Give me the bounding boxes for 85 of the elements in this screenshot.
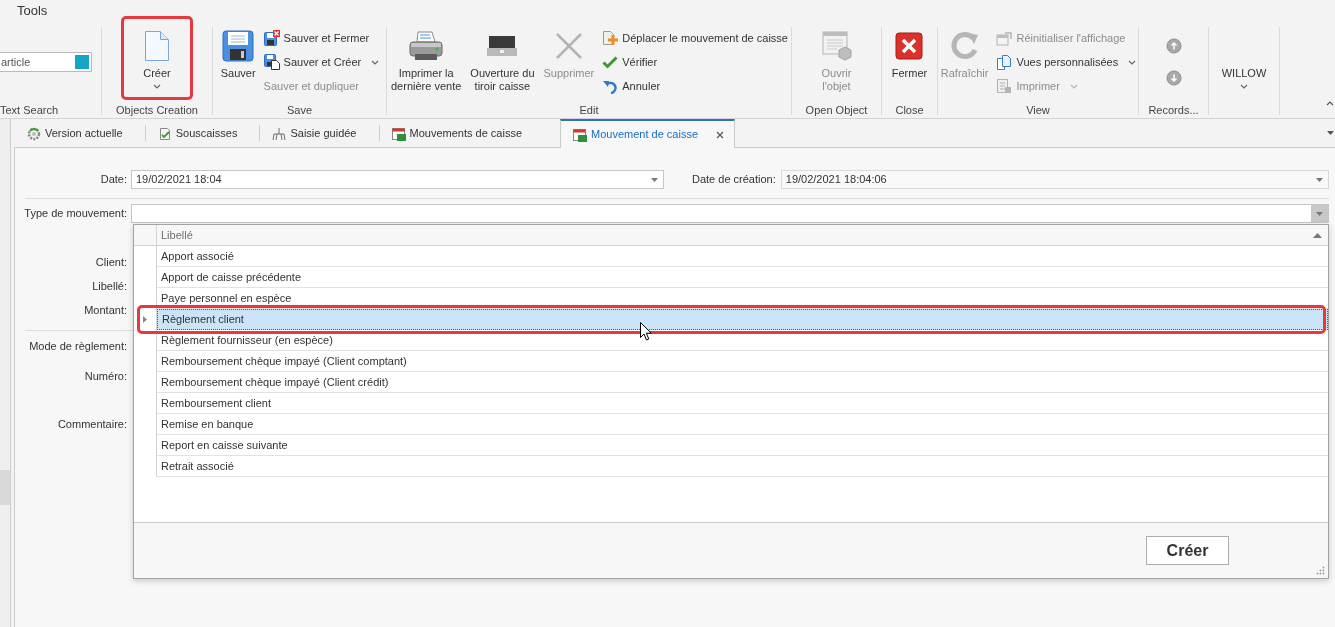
document-tab[interactable]: Saisie guidée [260,120,379,147]
field-label: Date de création: [692,172,776,188]
field-label: Montant: [84,302,127,318]
dropdown-arrow-icon [651,177,658,182]
cash-drawer-icon [486,35,519,57]
group-label: Records... [1148,103,1199,118]
window-cube-icon [820,30,853,62]
list-row[interactable]: Règlement fournisseur (en espèce) [157,330,1328,351]
ribbon-button[interactable]: WILLOW [1219,22,1269,102]
type-field[interactable] [131,204,1329,223]
list-row[interactable]: Apport de caisse précédente [157,267,1328,288]
calendar-cash-icon [391,126,406,141]
group-label: Edit [579,103,599,118]
field-label: Commentaire: [57,416,127,432]
printer-icon [408,30,445,62]
ribbon-button[interactable]: Sauver et Fermer [262,26,371,50]
dropdown-arrow-icon [1316,177,1323,182]
create-button[interactable]: Créer [1146,536,1229,565]
page-icon [144,30,170,62]
page-lines-icon [996,78,1013,94]
undo-arrow-icon [602,78,619,94]
field-label: Type de mouvement: [24,206,127,222]
ribbon-button[interactable]: Vues personnalisées [995,50,1138,74]
cross-icon [553,31,584,61]
group-label: Open Object [805,103,868,118]
field-label: Date: [100,172,127,188]
page-plus-icon [602,30,619,46]
field-label: Numéro: [84,368,127,384]
floppy-x-icon [263,30,280,46]
pages-icon [996,54,1013,70]
calendar-cash-icon [573,127,587,142]
ribbon-button[interactable]: Créer [141,22,173,102]
group-label: Save [286,103,313,118]
square-button-icon[interactable] [74,52,92,72]
arrow-down-circle-icon[interactable] [1165,70,1182,86]
check-icon [602,54,619,70]
list-row[interactable]: Règlement client [157,309,1328,330]
ribbon-tab[interactable]: Tools [17,1,48,21]
ribbon-button[interactable]: Ouverture du tiroir caisse [468,22,537,102]
row-pointer-icon [143,316,147,323]
field-label: Libellé: [92,278,127,294]
ribbon-button[interactable]: Sauver et Créer [262,50,381,74]
ribbon-button[interactable]: Annuler [601,74,662,98]
list-row[interactable]: Remboursement chèque impayé (Client comptant) [157,351,1328,372]
date-field[interactable]: 19/02/2021 18:04 [131,170,664,189]
ribbon-button[interactable]: Vérifier [601,50,659,74]
refresh-icon [948,30,981,62]
list-row[interactable]: Report en caisse suivante [157,435,1328,456]
dashed-ring-icon [27,126,41,141]
close-icon[interactable] [716,130,724,139]
field-label: Mode de règlement: [29,338,127,354]
document-tab[interactable]: Mouvement de caisse [560,119,735,148]
branches-icon [272,126,287,141]
document-tab[interactable]: Souscaisses [145,120,260,147]
close-icon [895,32,924,60]
document-tab[interactable]: Mouvements de caisse [379,120,544,147]
list-row[interactable]: Apport associé [157,246,1328,267]
list-row[interactable]: Remise en banque [157,414,1328,435]
resize-grip-icon[interactable] [1316,566,1325,575]
column-header[interactable]: Libellé [157,225,1328,245]
list-row[interactable]: Retrait associé [157,456,1328,477]
window-arrow-icon [996,30,1013,46]
checked-page-icon [157,126,172,141]
list-row[interactable]: Remboursement client [157,393,1328,414]
dropdown-button[interactable] [1311,205,1328,222]
ribbon-button[interactable]: Sauver [218,22,258,102]
group-label: Objects Creation [116,103,198,118]
chevron-up-icon[interactable] [1326,101,1334,106]
group-label: Text Search [0,103,59,118]
search-field[interactable]: article [0,52,74,72]
list-row[interactable]: Remboursement chèque impayé (Client crédit) [157,372,1328,393]
group-label: Close [895,103,924,118]
ribbon-button[interactable]: Imprimer la dernière vente [389,22,464,102]
floppy-page-icon [263,54,280,70]
group-label: View [1026,103,1050,118]
date-field[interactable]: 19/02/2021 18:04:06 [780,170,1329,189]
tab-list-caret-icon[interactable] [1327,131,1334,135]
field-label: Client: [95,254,127,270]
ribbon-button[interactable]: Déplacer le mouvement de caisse [601,26,789,50]
side-panel-handle[interactable] [0,470,10,505]
dropdown-arrow-icon [1316,211,1323,216]
document-tab[interactable]: Version actuelle [15,120,145,147]
mouse-pointer-icon [640,322,652,341]
arrow-up-circle-icon[interactable] [1165,38,1182,54]
ribbon-button[interactable]: Fermer [889,22,930,102]
